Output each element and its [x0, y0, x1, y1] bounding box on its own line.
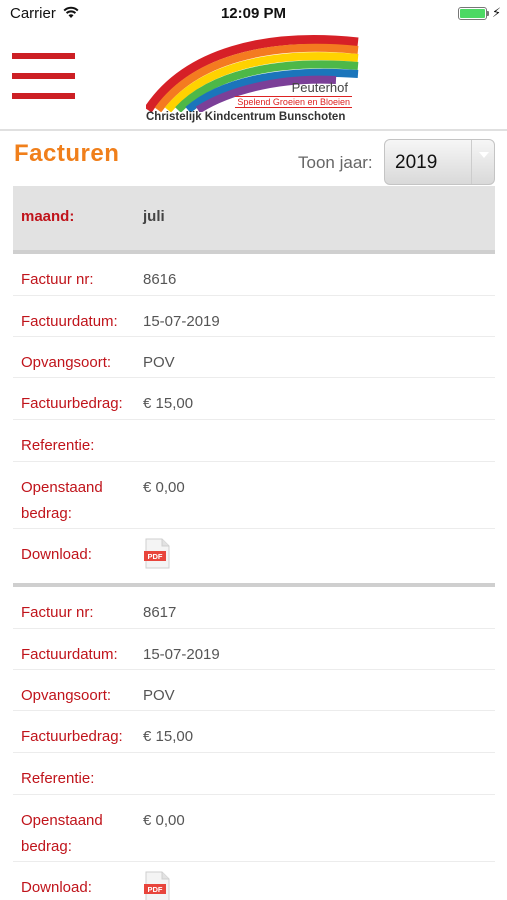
row-label: Opvangsoort: — [21, 687, 112, 704]
row-label: Openstaand bedrag: — [21, 812, 103, 855]
row-label: Factuur nr: — [21, 271, 94, 288]
invoice-row-reference: Referentie: — [13, 420, 495, 462]
row-value: € 15,00 — [143, 395, 194, 412]
month-label: maand: — [21, 208, 75, 225]
invoice-row-nr: Factuur nr: 8616 — [13, 254, 495, 296]
app-header: Peuterhof Spelend Groeien en Bloeien Chr… — [0, 28, 507, 130]
invoice-row-amount: Factuurbedrag: € 15,00 — [13, 378, 495, 420]
status-bar: Carrier 12:09 PM ⚡ — [0, 0, 507, 28]
invoice-row-date: Factuurdatum: 15-07-2019 — [13, 629, 495, 670]
row-label: Referentie: — [21, 770, 95, 787]
invoice-row-date: Factuurdatum: 15-07-2019 — [13, 296, 495, 337]
invoice-row-type: Opvangsoort: POV — [13, 337, 495, 378]
invoice-row-reference: Referentie: — [13, 753, 495, 795]
row-value: € 0,00 — [143, 812, 185, 829]
invoice-row-outstanding: Openstaand bedrag: € 0,00 — [13, 795, 495, 862]
row-value: € 15,00 — [143, 728, 194, 745]
row-label: Referentie: — [21, 437, 95, 454]
hamburger-menu-icon[interactable] — [12, 53, 75, 99]
row-value: 15-07-2019 — [143, 646, 220, 663]
row-label: Download: — [21, 879, 92, 896]
header-divider — [0, 129, 507, 131]
charging-bolt-icon: ⚡ — [492, 5, 502, 20]
page-title: Facturen — [14, 140, 120, 167]
month-value: juli — [143, 208, 165, 225]
svg-text:PDF: PDF — [148, 552, 163, 561]
logo-slogan: Spelend Groeien en Bloeien — [235, 96, 352, 108]
row-value: POV — [143, 687, 175, 704]
invoice-row-type: Opvangsoort: POV — [13, 670, 495, 711]
pdf-icon[interactable]: PDF — [144, 538, 170, 569]
logo-center-name: Christelijk Kindcentrum Bunschoten — [146, 111, 346, 123]
invoice-row-download: Download: PDF — [13, 529, 495, 583]
year-select[interactable]: 2019 — [384, 139, 495, 185]
logo: Peuterhof Spelend Groeien en Bloeien Chr… — [146, 32, 362, 128]
year-select-value: 2019 — [395, 152, 438, 173]
invoice-row-amount: Factuurbedrag: € 15,00 — [13, 711, 495, 753]
pdf-icon[interactable]: PDF — [144, 871, 170, 900]
row-label: Factuurdatum: — [21, 646, 118, 663]
row-label: Openstaand bedrag: — [21, 479, 103, 522]
invoice-row-nr: Factuur nr: 8617 — [13, 587, 495, 629]
battery-tip — [487, 11, 489, 16]
invoice-row-outstanding: Openstaand bedrag: € 0,00 — [13, 462, 495, 529]
month-header: maand: juli — [13, 186, 495, 250]
row-value: 15-07-2019 — [143, 313, 220, 330]
row-value: 8617 — [143, 604, 177, 621]
row-value: € 0,00 — [143, 479, 185, 496]
row-value: 8616 — [143, 271, 177, 288]
clock: 12:09 PM — [220, 5, 287, 22]
row-label: Factuurbedrag: — [21, 728, 123, 745]
row-label: Factuurbedrag: — [21, 395, 123, 412]
year-label: Toon jaar: — [298, 153, 373, 172]
row-value: POV — [143, 354, 175, 371]
row-label: Opvangsoort: — [21, 354, 112, 371]
svg-text:PDF: PDF — [148, 885, 163, 894]
chevron-down-icon — [471, 140, 494, 184]
battery-icon — [458, 7, 487, 20]
row-label: Factuur nr: — [21, 604, 94, 621]
row-label: Download: — [21, 546, 92, 563]
logo-brand: Peuterhof — [291, 80, 348, 95]
invoice-row-download: Download: PDF — [13, 862, 495, 900]
row-label: Factuurdatum: — [21, 313, 118, 330]
